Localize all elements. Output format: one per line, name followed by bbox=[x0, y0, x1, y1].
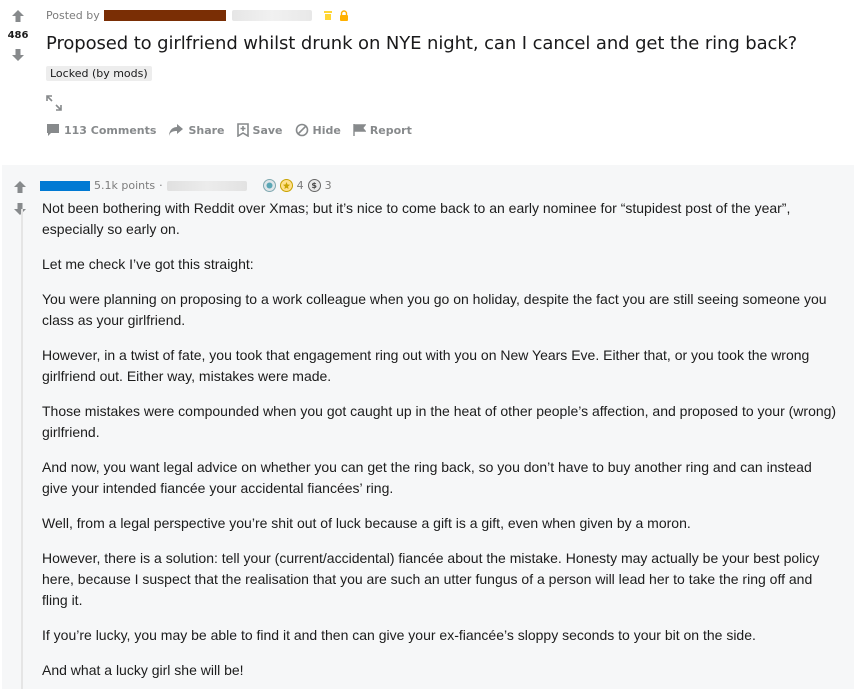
downvote-arrow-icon bbox=[12, 49, 24, 61]
lock-icon bbox=[339, 9, 348, 21]
thread-line[interactable] bbox=[21, 209, 23, 689]
comment-paragraph: And now, you want legal advice on whethe… bbox=[42, 459, 812, 496]
comment-paragraph: You were planning on proposing to a work… bbox=[42, 291, 827, 328]
award-coin-icon[interactable]: $ bbox=[307, 179, 321, 192]
report-button[interactable]: Report bbox=[353, 123, 412, 137]
hide-label: Hide bbox=[312, 123, 341, 137]
upvote-arrow-icon bbox=[14, 181, 26, 193]
comment-paragraph: And what a lucky girl she will be! bbox=[42, 662, 244, 678]
comment-paragraph: Let me check I’ve got this straight: bbox=[42, 256, 254, 272]
meta-separator: · bbox=[159, 179, 163, 192]
comment-paragraph: Those mistakes were compounded when you … bbox=[42, 403, 837, 440]
comment-paragraph: However, in a twist of fate, you took th… bbox=[42, 347, 810, 384]
post-flair: Locked (by mods) bbox=[46, 66, 152, 81]
upvote-arrow-icon bbox=[12, 10, 24, 22]
comment-body: Not been bothering with Reddit over Xmas… bbox=[42, 198, 837, 695]
expand-button[interactable] bbox=[45, 94, 63, 112]
comment-upvote-button[interactable] bbox=[13, 179, 27, 198]
save-label: Save bbox=[252, 123, 283, 137]
comment-points: 5.1k points bbox=[94, 179, 156, 192]
comment-downvote-button[interactable] bbox=[13, 201, 27, 220]
save-button[interactable]: Save bbox=[236, 123, 283, 137]
share-icon bbox=[169, 124, 184, 136]
flag-icon bbox=[353, 124, 366, 136]
comment-vote-column bbox=[12, 179, 28, 220]
downvote-button[interactable] bbox=[8, 47, 28, 63]
post-vote-count: 486 bbox=[7, 30, 29, 41]
share-label: Share bbox=[188, 123, 225, 137]
post-container: 486 Posted by Proposed to girlfriend whi… bbox=[0, 0, 855, 160]
comment-container: 5.1k points · 4 $ 3 Not been bothering w… bbox=[2, 165, 854, 689]
award-gold-count: 4 bbox=[296, 179, 304, 192]
post-meta: Posted by bbox=[46, 9, 350, 22]
expand-icon bbox=[46, 95, 62, 111]
redacted-username[interactable] bbox=[103, 10, 226, 21]
post-title[interactable]: Proposed to girlfriend whilst drunk on N… bbox=[46, 33, 797, 54]
hide-icon bbox=[295, 123, 308, 137]
comment-meta: 5.1k points · 4 $ 3 bbox=[40, 179, 332, 192]
post-vote-column: 486 bbox=[0, 8, 36, 63]
report-label: Report bbox=[369, 123, 412, 137]
award-gold-icon[interactable] bbox=[279, 179, 293, 192]
comments-button[interactable]: 113 Comments bbox=[46, 123, 156, 137]
comment-paragraph: Not been bothering with Reddit over Xmas… bbox=[42, 200, 791, 237]
upvote-button[interactable] bbox=[8, 8, 28, 24]
blurred-comment-timestamp bbox=[166, 180, 247, 191]
award-coin-count: 3 bbox=[324, 179, 332, 192]
post-action-bar: 113 Comments Share Save Hide Report bbox=[46, 123, 412, 137]
comment-icon bbox=[47, 124, 59, 136]
comments-label: 113 Comments bbox=[64, 123, 157, 137]
comment-paragraph: However, there is a solution: tell your … bbox=[42, 550, 820, 608]
redacted-commenter-username[interactable] bbox=[40, 180, 90, 191]
award-silver-icon[interactable] bbox=[262, 179, 276, 192]
mod-pin-icon bbox=[323, 10, 332, 20]
bookmark-plus-icon bbox=[236, 123, 249, 137]
comment-paragraph: Well, from a legal perspective you’re sh… bbox=[42, 515, 691, 531]
share-button[interactable]: Share bbox=[168, 123, 225, 137]
blurred-timestamp bbox=[231, 10, 312, 21]
downvote-arrow-icon bbox=[14, 203, 26, 215]
posted-by-label: Posted by bbox=[46, 9, 100, 22]
comment-paragraph: If you’re lucky, you may be able to find… bbox=[42, 627, 756, 643]
hide-button[interactable]: Hide bbox=[295, 123, 341, 137]
